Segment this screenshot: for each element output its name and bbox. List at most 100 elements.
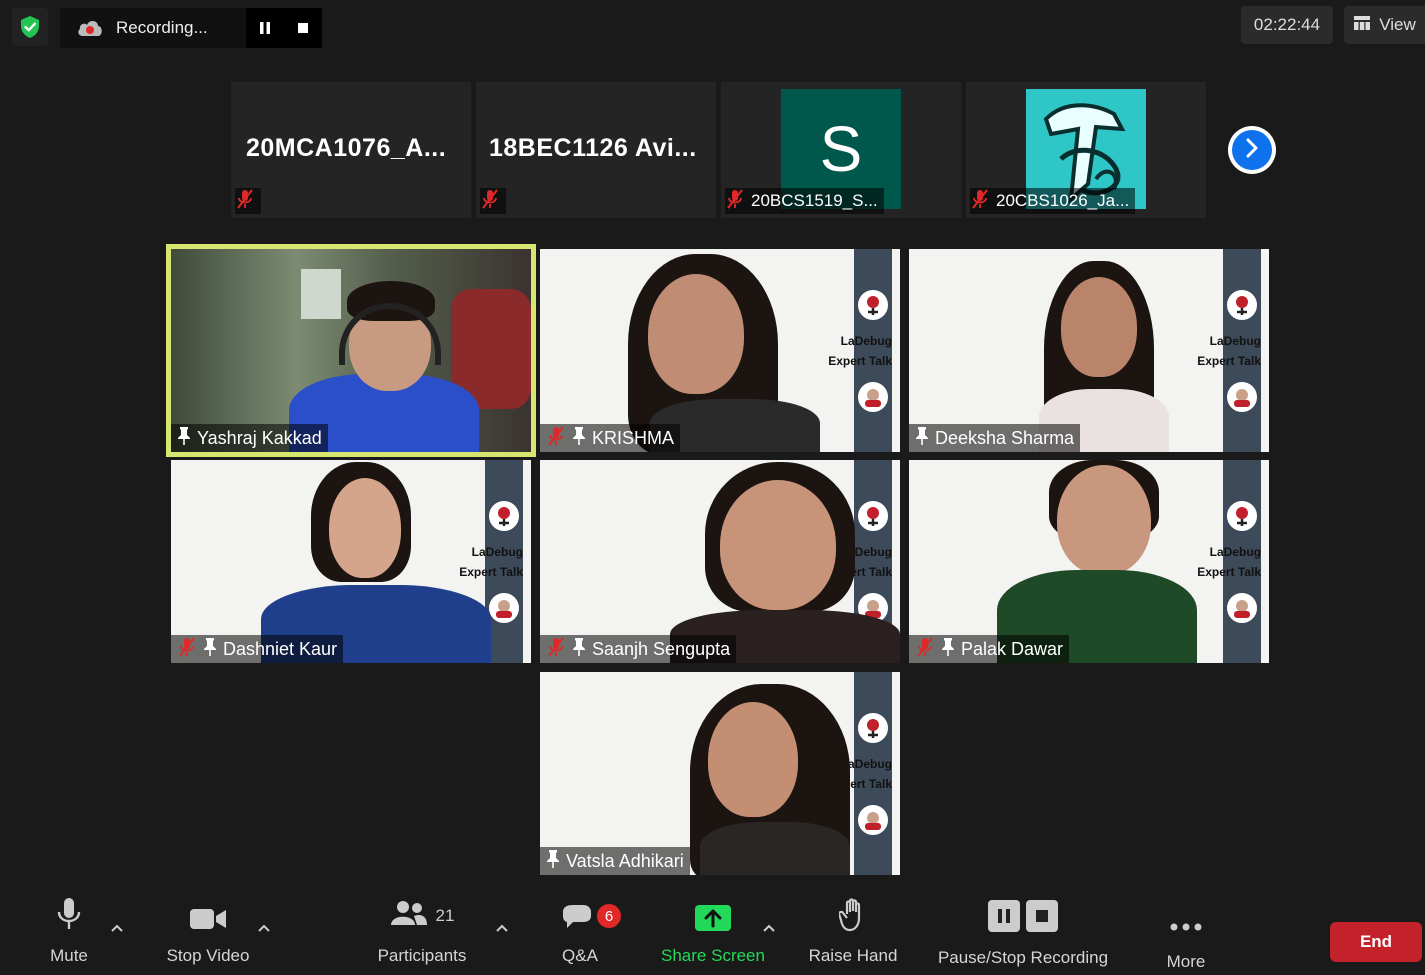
participants-button[interactable]: 21 Participants — [370, 890, 474, 966]
video-tile-participant[interactable]: Yashraj Kakkad — [166, 244, 536, 457]
participants-options-caret-icon[interactable] — [495, 920, 509, 938]
share-screen-button[interactable]: Share Screen — [657, 890, 769, 966]
next-page-button[interactable] — [1228, 126, 1276, 174]
tile-name-label: KRISHMA — [540, 424, 681, 452]
qa-label: Q&A — [562, 946, 598, 965]
share-screen-icon — [694, 890, 732, 938]
mute-label: Mute — [50, 946, 88, 965]
ladebug-text: LaDebug Expert Talk — [459, 545, 523, 579]
strip-participant-name: 18BEC1126 Avi... — [489, 134, 697, 162]
microphone-icon — [56, 890, 82, 938]
strip-footer: 20BCS1519_S... — [725, 188, 884, 214]
tile-name-label: Deeksha Sharma — [909, 424, 1081, 452]
pause-stop-recording-button[interactable]: Pause/Stop Recording — [928, 890, 1118, 968]
video-options-caret-icon[interactable] — [257, 920, 271, 938]
strip-participant-name: 20BCS1519_S... — [751, 191, 878, 210]
strip-footer — [480, 188, 506, 214]
pause-recording-button[interactable] — [246, 8, 284, 48]
muted-mic-icon — [546, 425, 566, 452]
participant-name: Dashniet Kaur — [223, 638, 338, 659]
tile-name-label: Dashniet Kaur — [171, 635, 344, 663]
pin-icon — [572, 426, 586, 451]
strip-tile-participant-1[interactable]: 20MCA1076_A... — [231, 82, 471, 218]
participants-label: Participants — [377, 946, 467, 965]
participant-face — [1057, 465, 1151, 575]
ladebug-logo-icon — [855, 710, 891, 746]
tile-name-label: Vatsla Adhikari — [540, 847, 690, 875]
ladebug-text: LaDebug Expert Talk — [1197, 545, 1261, 579]
strip-footer: 20CBS1026_Ja... — [970, 188, 1136, 214]
ladebug-text: LaDebug Expert Talk — [1197, 334, 1261, 368]
participant-body — [700, 822, 850, 875]
audio-options-caret-icon[interactable] — [110, 920, 124, 938]
pin-icon — [546, 849, 560, 874]
stop-recording-button[interactable] — [284, 8, 322, 48]
ladebug-mascot-icon — [1224, 590, 1260, 626]
video-tile-participant[interactable]: LaDebug Expert Talk Deeksha Sharma — [909, 249, 1269, 452]
security-shield-icon[interactable] — [12, 8, 48, 46]
pause-icon — [988, 900, 1020, 932]
view-button[interactable]: View — [1344, 6, 1425, 44]
tile-name-label: Yashraj Kakkad — [171, 424, 328, 452]
participant-name: Vatsla Adhikari — [566, 850, 684, 871]
ladebug-logo-icon — [486, 498, 522, 534]
ladebug-mascot-icon — [486, 590, 522, 626]
participant-name: Yashraj Kakkad — [197, 427, 322, 448]
ladebug-mascot-icon — [1224, 379, 1260, 415]
video-tile-participant[interactable]: LaDebug Expert Talk KRISHMA — [540, 249, 900, 452]
mute-button[interactable]: Mute — [40, 890, 98, 966]
video-tile-participant[interactable]: LaDebug Expert Talk Dashniet Kaur — [171, 460, 531, 663]
participant-face — [329, 478, 401, 578]
participants-icon — [390, 899, 428, 932]
participant-name: Palak Dawar — [961, 638, 1064, 659]
strip-tile-participant-4[interactable]: 20CBS1026_Ja... — [966, 82, 1206, 218]
more-dots-icon — [1169, 890, 1203, 938]
pause-stop-recording-label: Pause/Stop Recording — [937, 948, 1109, 967]
video-tile-participant[interactable]: LaDebug Expert Talk Palak Dawar — [909, 460, 1269, 663]
tile-name-label: Palak Dawar — [909, 635, 1070, 663]
end-meeting-button[interactable]: End — [1330, 922, 1422, 962]
video-tile-participant[interactable]: LaDebug Expert Talk Saanjh Sengupta — [540, 460, 900, 663]
share-options-caret-icon[interactable] — [762, 920, 776, 938]
ladebug-text: LaDebug Expert Talk — [828, 334, 892, 368]
video-tile-participant[interactable]: LaDebug Expert Talk Vatsla Adhikari — [540, 672, 900, 875]
cloud-recording-icon — [76, 18, 104, 43]
ladebug-logo-icon — [855, 498, 891, 534]
strip-tile-participant-2[interactable]: 18BEC1126 Avi... — [476, 82, 716, 218]
recording-status-label: Recording... — [116, 18, 208, 37]
muted-mic-icon — [915, 636, 935, 663]
ladebug-logo-icon — [855, 287, 891, 323]
share-screen-label: Share Screen — [661, 946, 765, 965]
participant-face — [648, 274, 744, 394]
raise-hand-button[interactable]: Raise Hand — [805, 890, 901, 966]
qa-notification-badge: 6 — [597, 904, 621, 928]
stop-video-button[interactable]: Stop Video — [160, 890, 256, 966]
avatar-letter: S — [819, 113, 863, 185]
participant-name: Deeksha Sharma — [935, 427, 1075, 448]
view-button-label: View — [1379, 15, 1416, 34]
video-camera-icon — [188, 890, 228, 938]
chevron-right-icon — [1244, 138, 1260, 163]
recording-indicator: Recording... — [60, 8, 322, 48]
participant-face — [720, 480, 836, 610]
meeting-timer: 02:22:44 — [1241, 6, 1333, 44]
strip-participant-name: 20CBS1026_Ja... — [996, 191, 1130, 210]
pin-icon — [941, 637, 955, 662]
more-label: More — [1166, 952, 1206, 971]
participants-count: 21 — [435, 906, 455, 925]
participant-name: KRISHMA — [592, 427, 675, 448]
ladebug-logo-icon — [1224, 287, 1260, 323]
ladebug-logo-icon — [1224, 498, 1260, 534]
muted-mic-icon — [177, 636, 197, 663]
pin-icon — [915, 426, 929, 451]
qa-button[interactable]: 6 Q&A — [554, 890, 621, 966]
muted-mic-icon — [480, 188, 500, 215]
ladebug-mascot-icon — [855, 379, 891, 415]
more-button[interactable]: More — [1160, 890, 1212, 972]
meeting-toolbar: Mute Stop Video 21 Participants 6 Q&A Sh… — [0, 890, 1425, 975]
strip-tile-participant-3[interactable]: S 20BCS1519_S... — [721, 82, 961, 218]
muted-mic-icon — [546, 636, 566, 663]
participant-face — [1061, 277, 1137, 377]
participant-face — [708, 702, 798, 817]
stop-icon — [1026, 900, 1058, 932]
